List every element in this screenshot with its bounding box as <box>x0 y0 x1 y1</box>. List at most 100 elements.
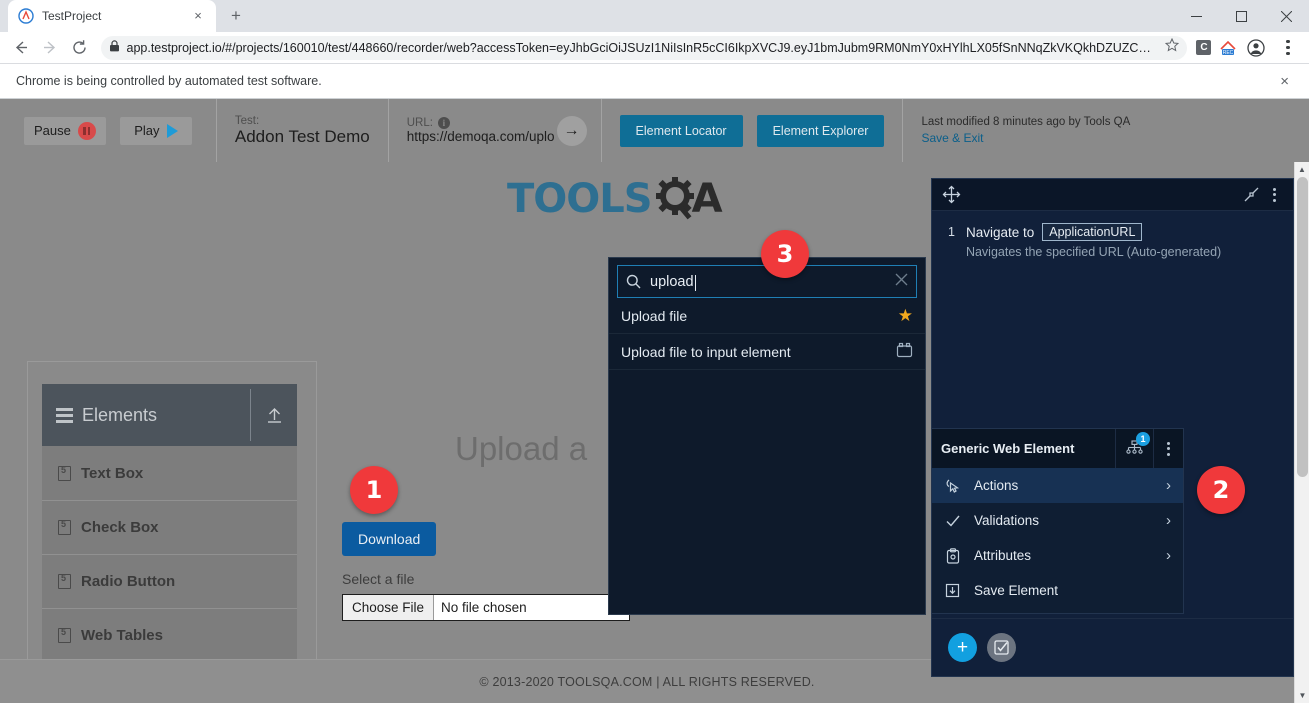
url-value[interactable]: https://demoqa.com/uplo <box>407 129 555 144</box>
new-tab-button[interactable]: + <box>222 2 250 30</box>
maximize-icon[interactable] <box>1219 0 1264 32</box>
browser-window: TestProject × + app.testproject.io/#/pro… <box>0 0 1309 703</box>
step-row[interactable]: 1 Navigate to ApplicationURL Navigates t… <box>932 211 1293 259</box>
step-number: 1 <box>948 225 955 239</box>
search-result-label: Upload file to input element <box>621 343 791 360</box>
browser-toolbar: app.testproject.io/#/projects/160010/tes… <box>0 32 1309 64</box>
lock-icon <box>109 39 120 57</box>
choose-file-button[interactable]: Choose File <box>343 595 435 620</box>
scrollbar-thumb[interactable] <box>1297 177 1308 477</box>
pause-icon <box>77 121 96 140</box>
search-result-upload-file[interactable]: Upload file ★ <box>609 298 925 334</box>
test-name: Addon Test Demo <box>234 126 370 146</box>
c-extension-icon[interactable]: C <box>1193 37 1215 59</box>
sidebar-item-text-box[interactable]: Text Box <box>42 446 297 500</box>
element-context-menu: Generic Web Element 1 Actions › Validati… <box>931 428 1184 614</box>
address-bar[interactable]: app.testproject.io/#/projects/160010/tes… <box>100 35 1187 60</box>
play-label: Play <box>134 123 160 138</box>
pause-button[interactable]: Pause <box>24 116 106 145</box>
sidebar-item-label: Web Tables <box>81 627 163 644</box>
save-and-exit-link[interactable]: Save & Exit <box>921 131 983 145</box>
file-upload-input[interactable]: Choose File No file chosen <box>342 594 630 621</box>
context-menu-item-label: Save Element <box>974 583 1059 598</box>
testproject-favicon <box>18 8 34 24</box>
html5-icon <box>58 465 71 481</box>
test-name-field: Test: Addon Test Demo <box>217 99 389 162</box>
clear-icon[interactable] <box>895 273 908 290</box>
action-search-value: upload <box>650 274 886 291</box>
test-label: Test: <box>234 114 260 127</box>
go-button[interactable]: → <box>556 115 587 146</box>
profile-icon[interactable] <box>1241 33 1271 63</box>
tab-strip: TestProject × + <box>0 0 1309 32</box>
page-scrollbar[interactable]: ▲ ▼ <box>1294 162 1309 703</box>
reload-icon[interactable] <box>65 33 95 63</box>
dock-header <box>932 179 1293 211</box>
url-field: URL: i https://demoqa.com/uplo → <box>389 99 602 162</box>
upload-arrow-icon[interactable] <box>251 406 297 425</box>
cursor-click-icon <box>944 478 961 494</box>
step-description: Navigates the specified URL (Auto-genera… <box>965 245 1222 259</box>
check-icon <box>944 513 961 529</box>
sidebar-item-check-box[interactable]: Check Box <box>42 500 297 554</box>
close-icon[interactable] <box>1264 0 1309 32</box>
context-menu-item-label: Actions <box>974 478 1019 493</box>
scroll-up-arrow-icon[interactable]: ▲ <box>1295 162 1309 177</box>
save-icon <box>944 583 961 598</box>
chevron-right-icon: › <box>1166 477 1171 494</box>
element-locator-button[interactable]: Element Locator <box>619 114 743 147</box>
element-count-badge: 1 <box>1136 432 1150 446</box>
element-explorer-button[interactable]: Element Explorer <box>756 114 885 147</box>
window-controls <box>1174 0 1309 32</box>
browser-tab[interactable]: TestProject × <box>8 0 216 32</box>
tab-title: TestProject <box>42 9 102 23</box>
toolbar-right-icons: C REC <box>1193 33 1303 63</box>
recorder-toolbar: Pause Play Test: Addon Test Demo URL: i … <box>0 99 1309 162</box>
step-action-text: Navigate to <box>965 224 1035 240</box>
url-label-row: URL: i <box>407 117 450 129</box>
minimize-icon[interactable] <box>1174 0 1219 32</box>
play-button[interactable]: Play <box>119 116 192 145</box>
info-icon[interactable]: i <box>437 117 450 129</box>
add-step-button[interactable]: + <box>948 633 977 662</box>
recorder-action-buttons: Element Locator Element Explorer <box>602 99 904 162</box>
automation-infobar: Chrome is being controlled by automated … <box>0 64 1309 99</box>
context-menu-item-actions[interactable]: Actions › <box>932 468 1183 503</box>
step-parameter[interactable]: ApplicationURL <box>1042 223 1143 241</box>
sidebar-item-label: Text Box <box>81 464 144 482</box>
download-button[interactable]: Download <box>342 522 437 556</box>
chrome-menu-icon[interactable] <box>1273 33 1303 63</box>
annotation-marker-2: 2 <box>1197 466 1245 514</box>
annotation-marker-1: 1 <box>350 466 398 514</box>
star-icon[interactable]: ★ <box>898 307 913 324</box>
logo-tools-text: TOOLS <box>507 176 653 222</box>
dock-menu-icon[interactable] <box>1266 187 1283 202</box>
context-menu-item-attributes[interactable]: Attributes › <box>932 538 1183 573</box>
bookmark-star-icon[interactable] <box>1164 37 1180 57</box>
infobar-close-icon[interactable]: × <box>1276 73 1293 90</box>
url-label: URL: <box>406 117 433 129</box>
search-icon <box>626 274 641 289</box>
gear-magnifier-icon <box>654 176 700 222</box>
last-modified-text: Last modified 8 minutes ago by Tools QA <box>921 116 1131 128</box>
rec-extension-icon[interactable]: REC <box>1217 37 1239 59</box>
move-icon[interactable] <box>942 185 1237 204</box>
context-menu-item-validations[interactable]: Validations › <box>932 503 1183 538</box>
hierarchy-icon[interactable]: 1 <box>1115 429 1154 468</box>
add-validation-button[interactable] <box>987 633 1016 662</box>
tab-close-icon[interactable]: × <box>190 8 206 24</box>
context-menu-header: Generic Web Element 1 <box>932 429 1183 468</box>
sidebar-item-web-tables[interactable]: Web Tables <box>42 608 297 662</box>
scroll-down-arrow-icon[interactable]: ▼ <box>1295 688 1309 703</box>
infobar-text: Chrome is being controlled by automated … <box>16 74 322 88</box>
search-result-upload-file-to-input-element[interactable]: Upload file to input element <box>609 334 925 370</box>
collapse-icon[interactable] <box>1237 187 1266 202</box>
context-menu-item-save-element[interactable]: Save Element <box>932 573 1183 608</box>
addon-box-icon <box>896 342 913 361</box>
sidebar-header[interactable]: Elements <box>42 384 297 446</box>
sidebar-item-radio-button[interactable]: Radio Button <box>42 554 297 608</box>
context-menu-kebab-icon[interactable] <box>1154 429 1183 468</box>
file-name-text: No file chosen <box>441 600 527 615</box>
forward-icon[interactable] <box>36 33 66 63</box>
back-icon[interactable] <box>6 33 36 63</box>
